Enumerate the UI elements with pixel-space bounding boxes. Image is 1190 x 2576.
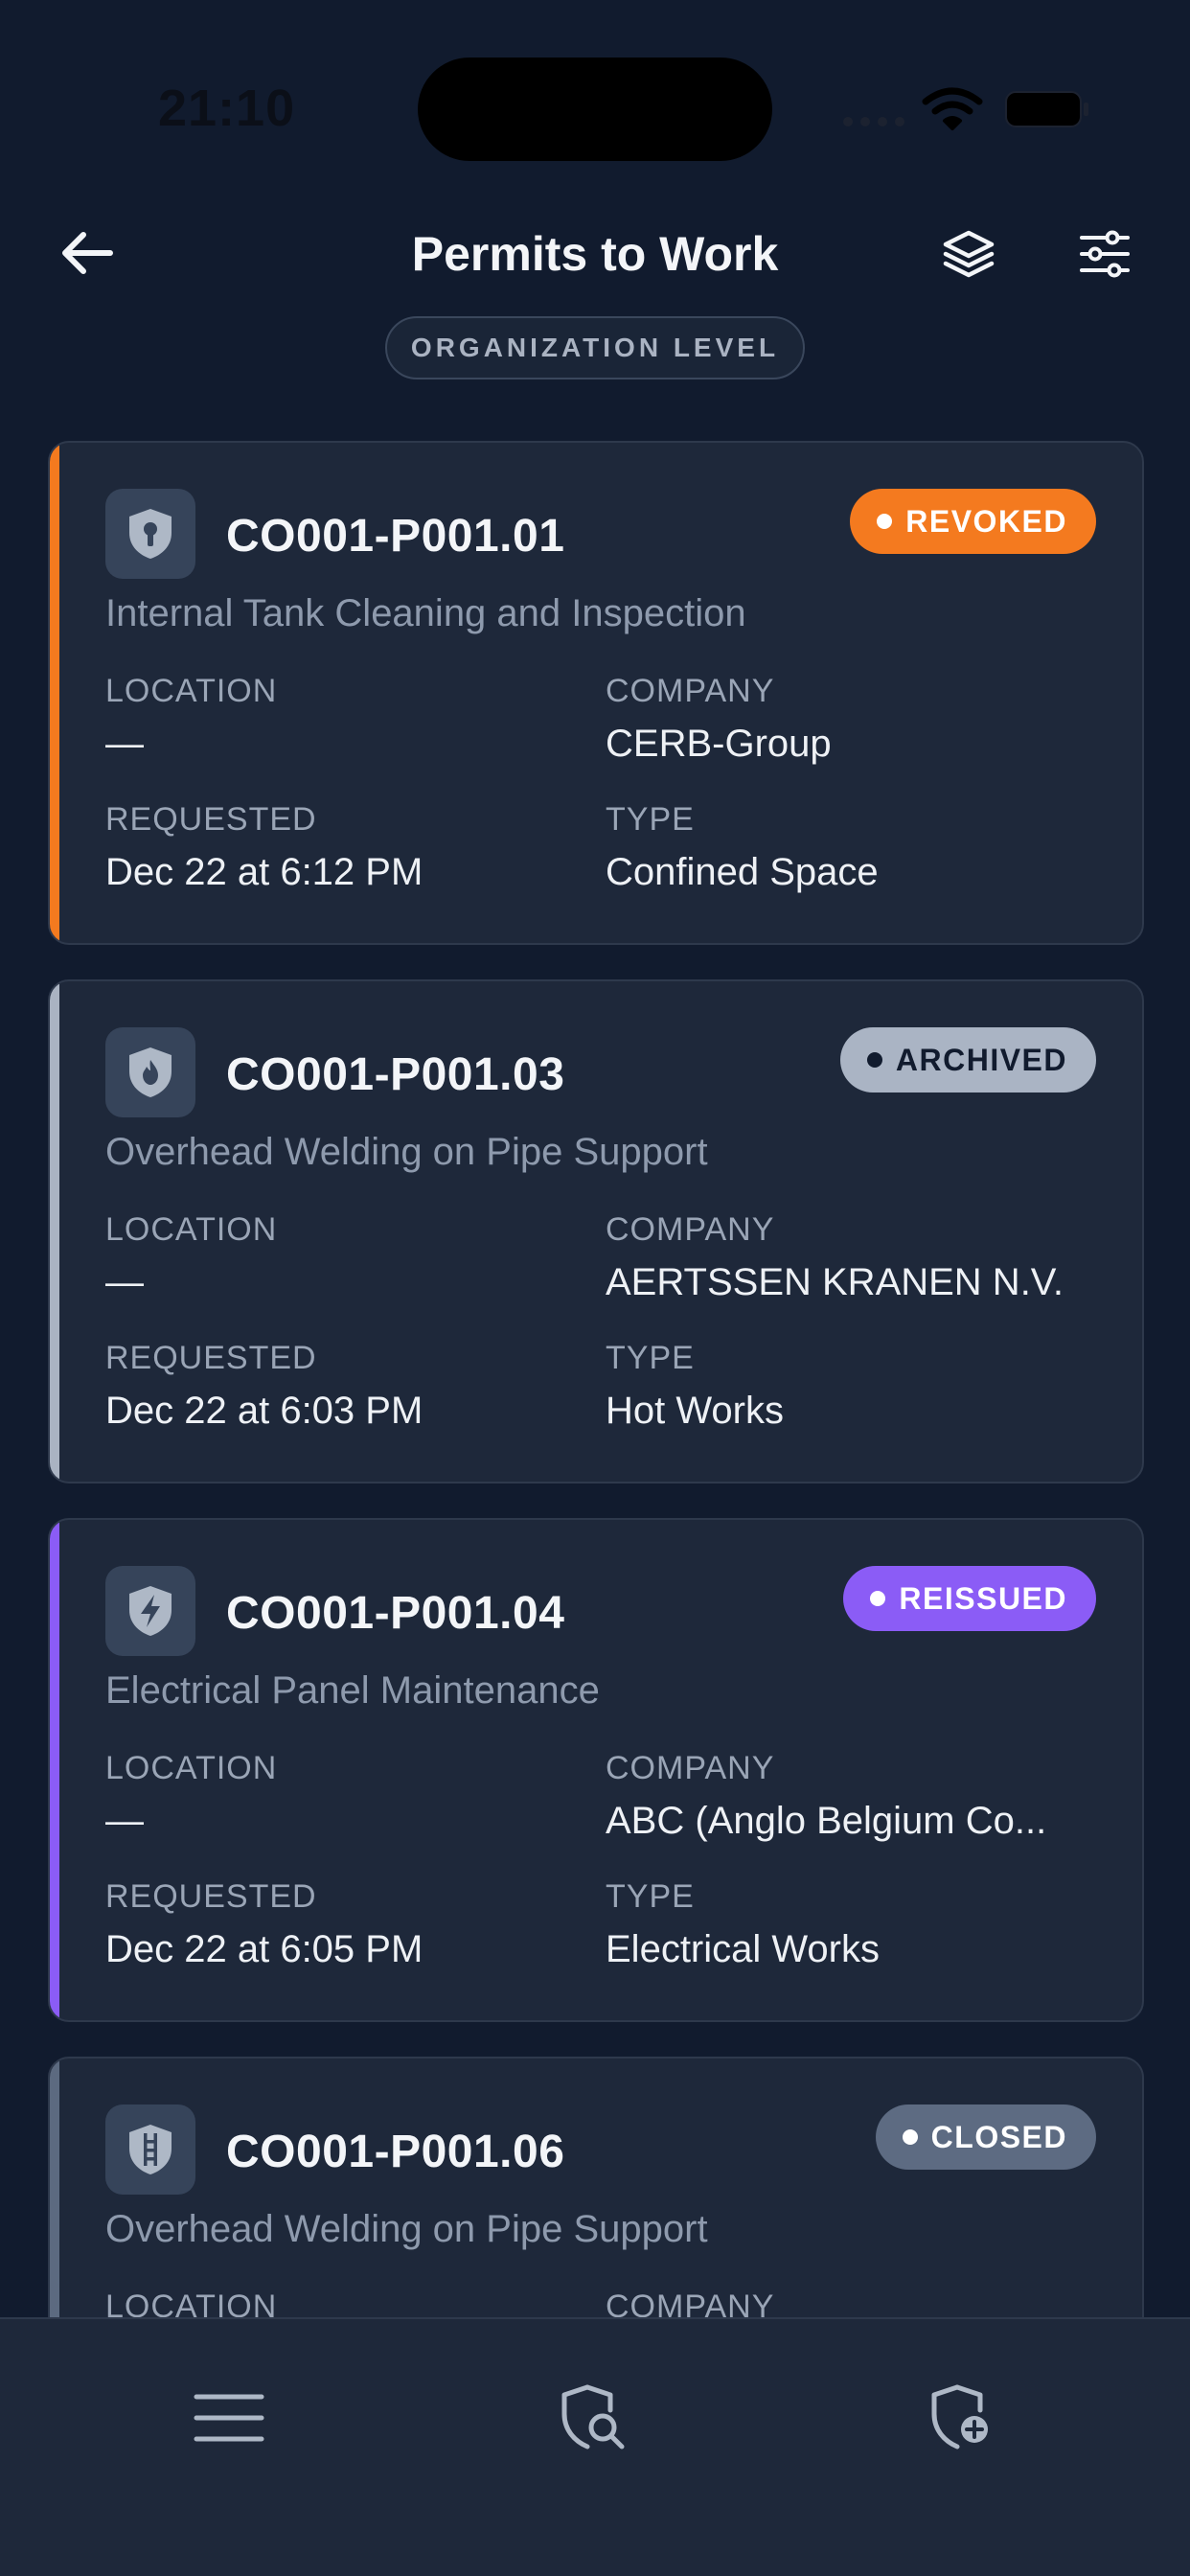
status-badge-label: ARCHIVED (895, 1042, 1067, 1077)
status-badge: CLOSED (875, 2104, 1096, 2170)
filter-button[interactable] (1071, 220, 1138, 288)
status-badge-label: REVOKED (905, 503, 1067, 539)
search-shield-icon (561, 2384, 625, 2450)
requested-label: REQUESTED (105, 801, 317, 838)
permit-id: CO001-P001.03 (226, 1049, 565, 1100)
sliders-icon (1080, 230, 1130, 278)
status-badge-label: REISSUED (899, 1580, 1067, 1616)
dynamic-island (418, 58, 772, 161)
requested-label: REQUESTED (105, 1340, 317, 1376)
permit-description: Overhead Welding on Pipe Support (105, 1131, 708, 1173)
requested-value: Dec 22 at 6:05 PM (105, 1928, 423, 1970)
location-value: — (105, 1261, 144, 1303)
company-value: ABC (Anglo Belgium Co... (606, 1800, 1047, 1842)
permit-id: CO001-P001.04 (226, 1588, 565, 1639)
requested-label: REQUESTED (105, 1878, 317, 1915)
company-label: COMPANY (606, 1750, 775, 1786)
requested-value: Dec 22 at 6:03 PM (105, 1390, 423, 1432)
status-time: 21:10 (158, 80, 296, 137)
status-bar: 21:10 (0, 0, 1190, 192)
type-label: TYPE (606, 1878, 695, 1915)
permit-id: CO001-P001.01 (226, 511, 565, 562)
battery-icon (1005, 91, 1088, 127)
flame-shield-icon (105, 1027, 195, 1117)
status-badge: REISSUED (843, 1566, 1096, 1631)
permit-id: CO001-P001.06 (226, 2127, 565, 2177)
location-label: LOCATION (105, 673, 278, 709)
status-badge: ARCHIVED (839, 1027, 1096, 1092)
keyhole-shield-icon (105, 489, 195, 579)
type-value: Confined Space (606, 851, 879, 893)
company-label: COMPANY (606, 673, 775, 709)
company-value: CERB-Group (606, 723, 832, 765)
permit-description: Internal Tank Cleaning and Inspection (105, 592, 746, 634)
scope-badge[interactable]: ORGANIZATION LEVEL (385, 316, 805, 380)
permit-description: Electrical Panel Maintenance (105, 1669, 600, 1712)
type-label: TYPE (606, 801, 695, 838)
location-label: LOCATION (105, 1211, 278, 1248)
menu-icon (194, 2394, 264, 2442)
permit-card[interactable]: CO001-P001.04 REISSUED Electrical Panel … (48, 1518, 1144, 2022)
nav-header: Permits to Work (0, 201, 1190, 307)
location-value: — (105, 1800, 144, 1842)
wifi-icon (922, 87, 983, 130)
location-value: — (105, 723, 144, 765)
permits-screen: 21:10 Permits to Work ORGANIZATION LEVEL… (0, 0, 1190, 2576)
company-label: COMPANY (606, 1211, 775, 1248)
company-value: AERTSSEN KRANEN N.V. (606, 1261, 1064, 1303)
tab-search-permits[interactable] (550, 2375, 636, 2461)
permit-card[interactable]: CO001-P001.03 ARCHIVED Overhead Welding … (48, 979, 1144, 1484)
tab-menu[interactable] (186, 2375, 272, 2461)
status-badge-label: CLOSED (930, 2119, 1067, 2154)
ladder-shield-icon (105, 2104, 195, 2195)
lightning-shield-icon (105, 1566, 195, 1656)
type-value: Hot Works (606, 1390, 784, 1432)
add-shield-icon (931, 2384, 988, 2450)
type-label: TYPE (606, 1340, 695, 1376)
requested-value: Dec 22 at 6:12 PM (105, 851, 423, 893)
cellular-signal-icon (843, 117, 904, 126)
page-title: Permits to Work (411, 227, 779, 281)
status-badge: REVOKED (850, 489, 1096, 554)
permit-card[interactable]: CO001-P001.01 REVOKED Internal Tank Clea… (48, 441, 1144, 945)
status-accent-bar (50, 443, 59, 943)
status-accent-bar (50, 981, 59, 1482)
status-accent-bar (50, 1520, 59, 2020)
type-value: Electrical Works (606, 1928, 880, 1970)
bottom-tab-bar (0, 2317, 1190, 2576)
layers-icon (943, 230, 995, 278)
tab-new-permit[interactable] (920, 2375, 1006, 2461)
location-label: LOCATION (105, 1750, 278, 1786)
permit-description: Overhead Welding on Pipe Support (105, 2208, 708, 2250)
layers-button[interactable] (935, 220, 1002, 288)
